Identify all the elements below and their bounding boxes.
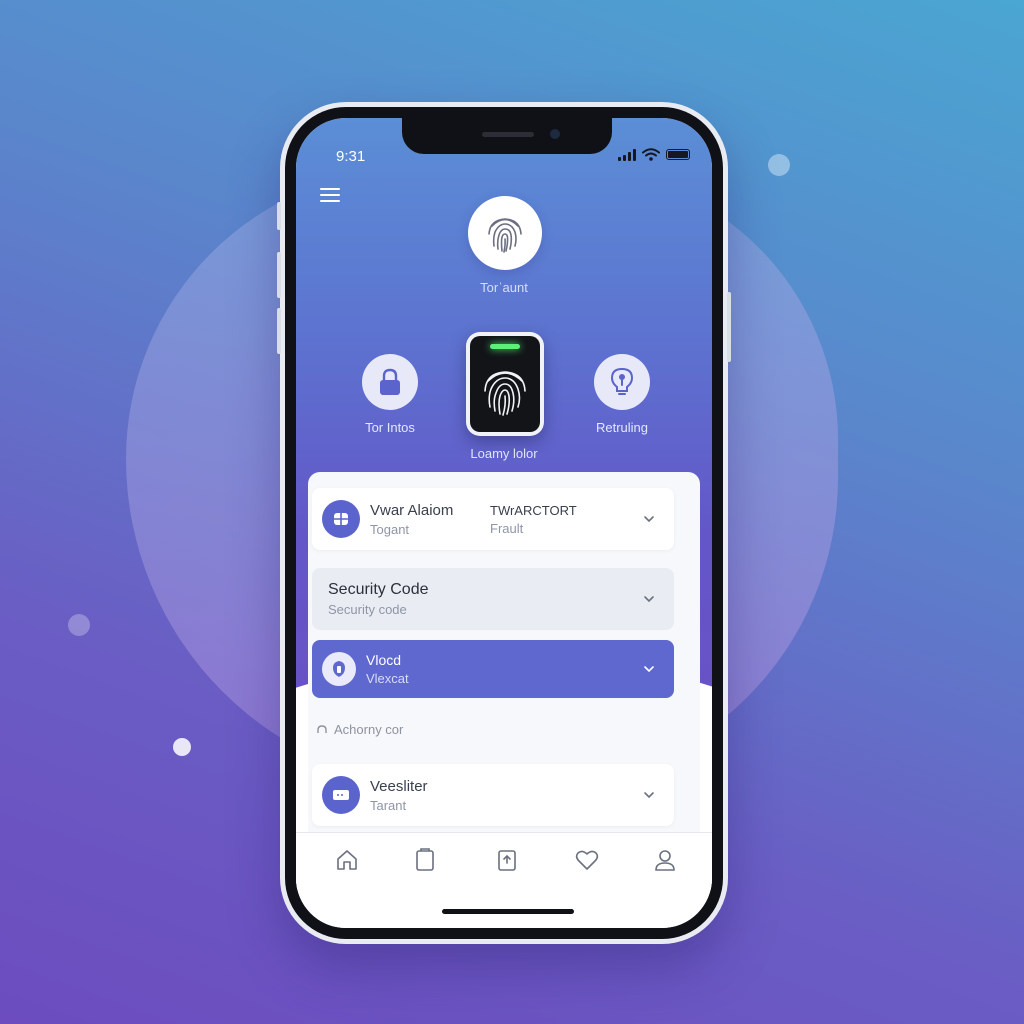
tab-profile[interactable]	[652, 847, 678, 873]
list-item[interactable]: Vwar Alaiom Togant TWrARCTORT Frault	[312, 488, 674, 550]
chevron-down-icon[interactable]	[642, 512, 656, 526]
key-button[interactable]	[594, 354, 650, 410]
signal-icon	[618, 148, 636, 161]
document-icon	[416, 848, 434, 871]
shield-icon	[333, 661, 345, 677]
row-mid-subtitle: Frault	[490, 520, 524, 536]
fingerprint-button[interactable]	[468, 196, 542, 270]
phone-screen: 9:31 Torˈaunt Tor Intos Loamy lolor Retr…	[296, 118, 712, 928]
mute-switch	[277, 202, 281, 230]
section-caption-text: Achorny cor	[334, 722, 404, 737]
lock-icon	[380, 368, 400, 395]
row-mid-title: TWrARCTORT	[490, 502, 577, 518]
battery-icon	[666, 149, 690, 160]
row-subtitle: Vlexcat	[366, 671, 409, 686]
chevron-down-icon[interactable]	[642, 592, 656, 606]
lock-button-label: Tor Intos	[365, 420, 415, 435]
scanner-led	[490, 344, 520, 349]
tile-icon	[334, 513, 348, 525]
profile-icon	[655, 850, 675, 871]
row-icon	[322, 776, 360, 814]
volume-up-button	[277, 252, 281, 298]
row-icon	[322, 500, 360, 538]
row-title: Vlocd	[366, 652, 402, 668]
power-button	[727, 292, 731, 362]
section-caption: Achorny cor	[316, 722, 403, 737]
headphones-icon	[317, 724, 327, 733]
list-item-selected[interactable]: Vlocd Vlexcat	[312, 640, 674, 698]
chevron-down-icon[interactable]	[642, 662, 656, 676]
row-title: Vwar Alaiom	[370, 501, 454, 519]
speaker	[482, 132, 534, 137]
volume-down-button	[277, 308, 281, 354]
row-subtitle: Security code	[328, 602, 407, 617]
fingerprint-icon	[488, 218, 522, 253]
tab-favorites[interactable]	[574, 847, 600, 873]
home-icon	[337, 850, 357, 870]
home-indicator[interactable]	[442, 909, 574, 914]
status-time: 9:31	[336, 148, 366, 165]
lock-button[interactable]	[362, 354, 418, 410]
key-button-label: Retruling	[595, 420, 649, 435]
fingerprint-icon	[484, 371, 526, 416]
decor-dot	[173, 738, 191, 756]
tab-home[interactable]	[334, 847, 360, 873]
hamburger-icon[interactable]	[320, 188, 340, 204]
notch	[402, 118, 612, 154]
scanner-display	[470, 336, 540, 432]
phone-frame: 9:31 Torˈaunt Tor Intos Loamy lolor Retr…	[277, 102, 731, 944]
decor-dot	[68, 614, 90, 636]
tab-upload[interactable]	[494, 847, 520, 873]
wifi-icon	[642, 148, 660, 161]
front-camera	[550, 129, 560, 139]
card-icon	[333, 790, 349, 800]
row-subtitle: Togant	[370, 521, 410, 537]
bottom-tab-bar	[296, 832, 712, 928]
fingerprint-scanner[interactable]	[466, 332, 544, 436]
status-icons	[618, 148, 690, 161]
row-title: Veesliter	[370, 777, 428, 795]
heart-icon	[575, 850, 599, 870]
row-title: Security Code	[328, 581, 429, 598]
fingerprint-label: Torˈaunt	[480, 280, 528, 295]
scanner-label: Loamy lolor	[470, 446, 538, 461]
tab-documents[interactable]	[412, 847, 438, 873]
list-item[interactable]: Veesliter Tarant	[312, 764, 674, 826]
phone-bezel: 9:31 Torˈaunt Tor Intos Loamy lolor Retr…	[285, 107, 723, 939]
security-code-row[interactable]: Security Code Security code	[312, 568, 674, 630]
upload-icon	[498, 850, 516, 871]
chevron-down-icon[interactable]	[642, 788, 656, 802]
row-icon	[322, 652, 356, 686]
decor-dot	[768, 154, 790, 176]
bulb-icon	[610, 367, 634, 395]
row-subtitle: Tarant	[370, 797, 407, 813]
